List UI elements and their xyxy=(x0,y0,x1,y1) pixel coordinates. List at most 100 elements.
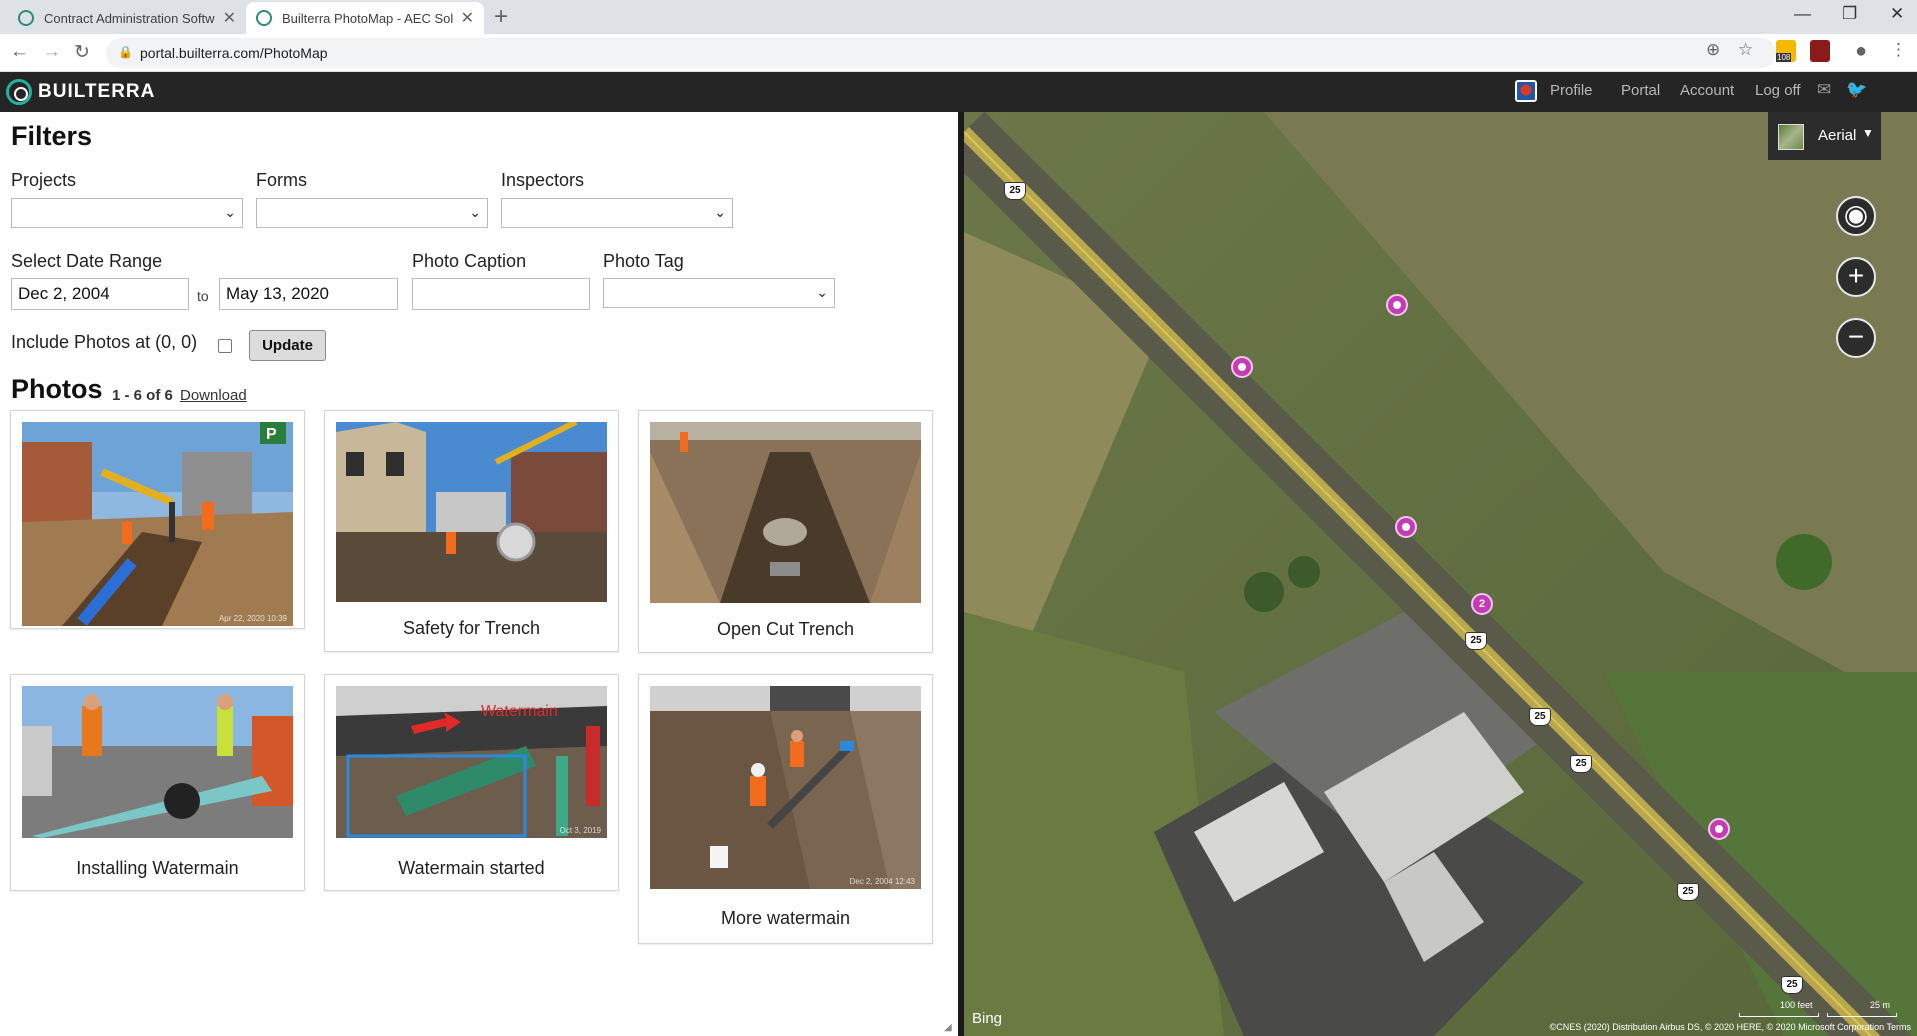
browser-tabstrip: Contract Administration Software ✕ Built… xyxy=(0,0,1917,34)
update-button[interactable]: Update xyxy=(249,330,326,361)
chevron-down-icon: ⌄ xyxy=(816,284,828,300)
map-layer-selector[interactable]: Aerial ▼ xyxy=(1768,112,1881,160)
photo-thumbnail[interactable]: Dec 2, 2004 12:43 xyxy=(650,686,921,889)
account-circle-icon[interactable]: ● xyxy=(1855,40,1867,63)
photo-thumbnail[interactable]: Watermain Oct 3, 2019 xyxy=(336,686,607,838)
photo-thumbnail[interactable] xyxy=(650,422,921,603)
builterra-logo[interactable]: BUILTERRA xyxy=(6,79,155,105)
nav-account-link[interactable]: Account xyxy=(1680,82,1734,99)
lock-icon: 🔒 xyxy=(118,45,133,59)
svg-text:P: P xyxy=(266,426,277,443)
projects-select[interactable]: ⌄ xyxy=(11,198,243,228)
photo-marker[interactable] xyxy=(1708,818,1730,840)
pdf-extension-icon[interactable] xyxy=(1810,40,1830,62)
zoom-out-icon[interactable]: − xyxy=(1836,318,1876,358)
marker-dot xyxy=(1238,363,1246,371)
tab-title: Contract Administration Software xyxy=(44,10,215,26)
forms-select[interactable]: ⌄ xyxy=(256,198,488,228)
excavation-photo: P xyxy=(22,422,293,626)
date-from-input[interactable]: Dec 2, 2004 xyxy=(11,278,189,310)
restore-icon[interactable]: ❐ xyxy=(1842,4,1857,24)
download-link[interactable]: Download xyxy=(180,387,247,404)
photo-card[interactable]: Open Cut Trench xyxy=(638,410,933,653)
route-25-shield: 25 xyxy=(1529,708,1551,726)
builterra-favicon-icon xyxy=(256,10,272,26)
nav-portal-link[interactable]: Portal xyxy=(1621,82,1660,99)
photo-caption-input[interactable] xyxy=(412,278,590,310)
close-tab-icon[interactable]: ✕ xyxy=(461,8,474,28)
route-25-shield: 25 xyxy=(1004,182,1026,200)
nav-profile-link[interactable]: Profile xyxy=(1550,82,1593,99)
marker-dot xyxy=(1715,825,1723,833)
back-icon[interactable]: ← xyxy=(10,41,29,63)
locate-me-icon[interactable]: ◉ xyxy=(1836,196,1876,236)
scale-meters-label: 25 m xyxy=(1870,1000,1891,1010)
resize-grip-icon[interactable]: ◢ xyxy=(944,1022,952,1033)
photo-marker[interactable] xyxy=(1231,356,1253,378)
photo-timestamp: Dec 2, 2004 12:43 xyxy=(849,877,915,886)
mail-icon[interactable]: ✉ xyxy=(1817,80,1831,100)
date-range-to-text: to xyxy=(197,288,209,304)
builterra-logo-mark-icon xyxy=(6,79,32,105)
url-text: portal.builterra.com/PhotoMap xyxy=(140,45,328,61)
twitter-icon[interactable]: 🐦 xyxy=(1846,80,1867,100)
chevron-down-icon: ⌄ xyxy=(469,204,481,220)
photo-timestamp: Apr 22, 2020 10:39 xyxy=(218,614,287,623)
browser-tab-contract-admin[interactable]: Contract Administration Software ✕ xyxy=(8,2,246,34)
photo-thumbnail[interactable] xyxy=(336,422,607,602)
bookmark-star-icon[interactable]: ☆ xyxy=(1738,40,1753,60)
photo-card[interactable]: Watermain Oct 3, 2019 Watermain started xyxy=(324,674,619,891)
extension-icon[interactable]: 108 xyxy=(1776,40,1796,62)
profile-avatar[interactable] xyxy=(1515,80,1537,102)
date-to-input[interactable]: May 13, 2020 xyxy=(219,278,398,310)
more-watermain-photo xyxy=(650,686,921,889)
bing-logo[interactable]: Bing xyxy=(972,1010,1002,1027)
close-tab-icon[interactable]: ✕ xyxy=(223,8,236,28)
include-zero-checkbox[interactable] xyxy=(218,339,232,353)
minimize-icon[interactable]: — xyxy=(1794,4,1811,24)
map-copyright: ©CNES (2020) Distribution Airbus DS, © 2… xyxy=(1549,1022,1911,1032)
address-bar[interactable]: 🔒 portal.builterra.com/PhotoMap xyxy=(106,38,1776,68)
photo-map[interactable]: Aerial ▼ ◉ + − 2 25 25 25 25 25 25 Bing … xyxy=(964,112,1917,1036)
marker-dot xyxy=(1393,301,1401,309)
photo-thumbnail[interactable] xyxy=(22,686,293,838)
photo-card[interactable]: Dec 2, 2004 12:43 More watermain xyxy=(638,674,933,944)
photo-thumbnail[interactable]: P Apr 22, 2020 10:39 xyxy=(22,422,293,626)
browser-tab-photomap[interactable]: Builterra PhotoMap - AEC Solutio ✕ xyxy=(246,2,484,34)
aerial-layer-thumbnail xyxy=(1778,124,1804,150)
photo-count: 1 - 6 of 6 xyxy=(112,387,173,404)
reload-icon[interactable]: ↻ xyxy=(74,41,90,64)
photo-card[interactable]: Safety for Trench xyxy=(324,410,619,652)
browser-menu-icon[interactable]: ⋮ xyxy=(1890,40,1907,60)
photo-caption-label: Photo Caption xyxy=(412,251,527,271)
photo-card[interactable]: P Apr 22, 2020 10:39 xyxy=(10,410,305,629)
builterra-favicon-icon xyxy=(18,10,34,26)
forward-icon[interactable]: → xyxy=(42,41,61,63)
route-25-shield: 25 xyxy=(1677,883,1699,901)
new-tab-icon[interactable]: + xyxy=(494,3,508,31)
photo-card[interactable]: Installing Watermain xyxy=(10,674,305,891)
photos-heading: Photos xyxy=(11,374,103,404)
map-layer-label: Aerial xyxy=(1818,127,1857,144)
chevron-down-icon: ⌄ xyxy=(714,204,726,220)
nav-logoff-link[interactable]: Log off xyxy=(1755,82,1801,99)
photo-cluster-marker[interactable]: 2 xyxy=(1471,593,1493,615)
route-25-shield: 25 xyxy=(1465,632,1487,650)
photo-marker[interactable] xyxy=(1395,516,1417,538)
inspectors-select[interactable]: ⌄ xyxy=(501,198,733,228)
marker-dot xyxy=(1402,523,1410,531)
window-close-icon[interactable]: ✕ xyxy=(1890,4,1904,24)
photo-tag-select[interactable]: ⌄ xyxy=(603,278,835,308)
zoom-icon[interactable]: ⊕ xyxy=(1706,40,1720,60)
include-zero-label: Include Photos at (0, 0) xyxy=(11,332,198,352)
extension-badge: 108 xyxy=(1776,53,1792,62)
watermain-overlay-text: Watermain xyxy=(481,703,558,720)
app-header: BUILTERRA Profile Portal Account Log off… xyxy=(0,72,1917,112)
trench-safety-photo xyxy=(336,422,607,602)
tab-title: Builterra PhotoMap - AEC Solutio xyxy=(282,10,453,26)
browser-toolbar: ← → ↻ 🔒 portal.builterra.com/PhotoMap ⊕ … xyxy=(0,34,1917,72)
aerial-imagery xyxy=(964,112,1917,1036)
photo-marker[interactable] xyxy=(1386,294,1408,316)
scale-bar-meters xyxy=(1827,1013,1897,1017)
zoom-in-icon[interactable]: + xyxy=(1836,257,1876,297)
